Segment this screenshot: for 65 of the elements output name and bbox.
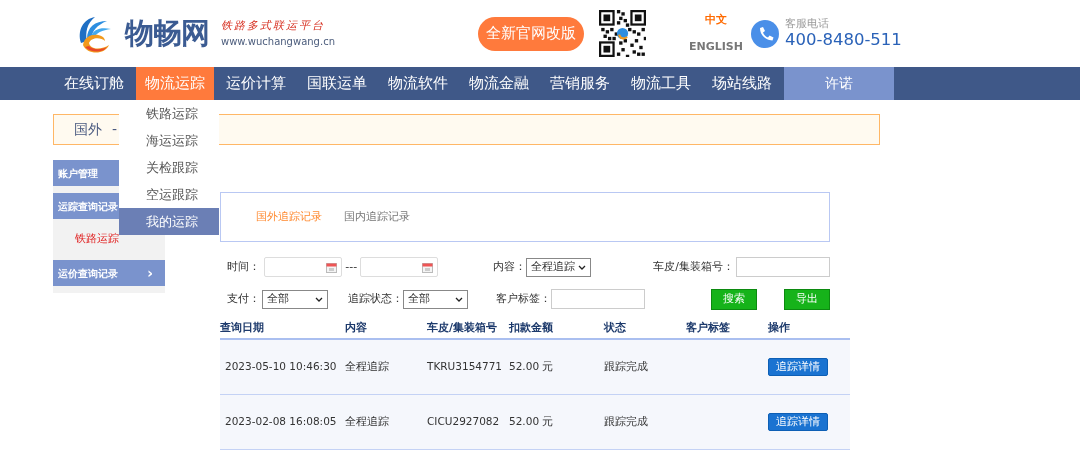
table-cell: 跟踪完成 [604,394,686,449]
filter-label: 内容： [493,258,527,275]
sidebar-item[interactable]: 运价查询记录 › [53,260,165,286]
chevron: › [147,263,153,283]
sidebar-label: 账户管理 [58,166,98,181]
table-cell: 跟踪完成 [604,339,686,394]
logo-text: 物畅网 [125,14,209,52]
table-cell: 52.00 元 [509,339,604,394]
caret-icon [315,296,324,302]
filter-label: 车皮/集装箱号： [653,258,734,275]
sidebar-label: 运价查询记录 [58,266,118,281]
nav-item[interactable]: 物流金融 [460,67,538,100]
promo-button[interactable]: 全新官网改版 [478,16,584,51]
caret-icon [454,296,463,302]
text-field[interactable] [736,257,830,277]
date-field[interactable] [360,257,439,277]
nav-item[interactable]: 物流运踪 [136,67,214,100]
phone-number: 400-8480-511 [784,29,902,50]
phone-icon [750,19,779,48]
table-cell: CICU2927082 [427,394,509,449]
dropdown-item[interactable]: 我的运踪 [119,208,219,235]
sidebar-label: 运踪查询记录 [58,199,118,214]
details-button[interactable]: 追踪详情 [768,357,828,376]
qr-code-icon [599,10,646,57]
filter-label: 客户标签： [495,290,551,307]
nav-item[interactable]: 物流软件 [379,67,457,100]
table-cell: 52.00 元 [509,394,604,449]
language-link[interactable]: 中文 [704,12,727,29]
caret-icon [578,264,587,270]
select-field[interactable]: 全部 [403,289,468,309]
breadcrumb-separator: - [112,120,118,139]
filter-label: 追踪状态： [348,290,404,307]
text-field[interactable] [550,289,645,309]
calendar-icon [326,261,338,273]
export-button[interactable]: 导出 [783,288,830,310]
dropdown-item[interactable]: 海运运踪 [119,127,219,154]
table-cell: 2023-05-10 10:46:30 [220,339,345,394]
filter-label: 支付： [227,290,260,307]
nav-item[interactable]: 许诺 [784,67,894,100]
language-link[interactable]: ENGLISH [689,38,743,55]
table-cell: 2023-02-08 16:08:05 [220,394,345,449]
nav-item[interactable]: 场站线路 [703,67,781,100]
table-cell: TKRU3154771 [427,339,509,394]
details-button[interactable]: 追踪详情 [768,412,828,431]
phone-label: 客服电话 [784,17,830,30]
range-separator: --- [345,258,358,275]
nav-item[interactable]: 在线订舱 [55,67,133,100]
nav-item[interactable]: 物流工具 [622,67,700,100]
select-field[interactable]: 全程追踪 [526,257,592,277]
tab[interactable]: 国内追踪记录 [344,208,410,226]
table-cell: 全程追踪 [345,394,427,449]
calendar-icon [422,261,434,273]
slogan: 铁路多式联运平台 [221,17,326,34]
table-cell: 全程追踪 [345,339,427,394]
website-url: www.wuchangwang.cn [221,35,335,50]
nav-item[interactable]: 国联运单 [298,67,376,100]
select-field[interactable]: 全部 [262,289,329,309]
search-button[interactable]: 搜索 [710,288,757,310]
date-field[interactable] [264,257,343,277]
sidebar-subitem[interactable]: 铁路运踪 [75,232,119,244]
filter-label: 时间： [227,258,260,275]
nav-item[interactable]: 运价计算 [217,67,295,100]
nav-item[interactable]: 营销服务 [541,67,619,100]
breadcrumb-text: 国外 [74,120,102,139]
dropdown-item[interactable]: 铁路运踪 [119,100,219,127]
